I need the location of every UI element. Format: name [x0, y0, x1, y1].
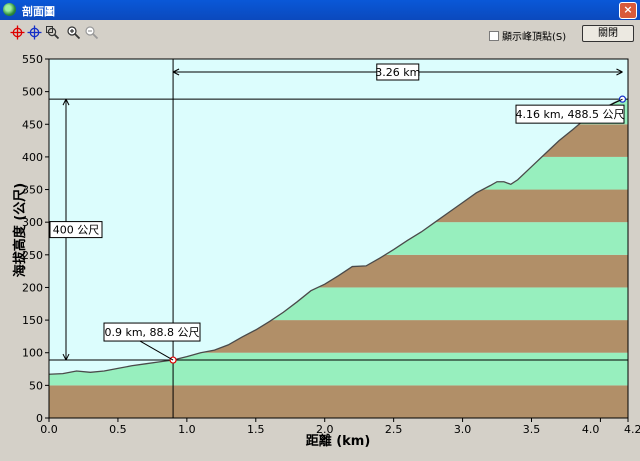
y-tick-label: 500 — [22, 86, 43, 99]
x-tick-label: 0.5 — [109, 423, 127, 436]
close-button[interactable]: 關閉 — [582, 25, 634, 42]
elevation-label: 400 公尺 — [53, 224, 100, 237]
x-tick-label: 4.0 — [582, 423, 600, 436]
y-tick-label: 100 — [22, 347, 43, 360]
x-tick-label: 1.0 — [178, 423, 196, 436]
window-title: 剖面圖 — [22, 5, 55, 18]
x-tick-label: 1.5 — [247, 423, 265, 436]
crosshair-red-icon[interactable] — [10, 25, 25, 40]
y-axis-label: 海拔高度 (公尺) — [12, 183, 28, 277]
distance-label: 3.26 km — [375, 66, 420, 79]
zoom-extent-icon[interactable] — [45, 25, 60, 40]
show-peaks-label: 顯示峰頂點(S) — [502, 32, 567, 43]
x-axis-label: 距離 (km) — [306, 433, 371, 449]
elevation-band — [49, 385, 628, 418]
x-tick-label: 3.0 — [454, 423, 472, 436]
start-point-label: 0.9 km, 88.8 公尺 — [104, 326, 199, 339]
x-tick-label: 3.5 — [523, 423, 541, 436]
zoom-out-icon[interactable] — [84, 25, 99, 40]
show-peaks-checkbox[interactable]: 顯示峰頂點(S) — [489, 28, 566, 43]
elevation-profile-chart: 0501001502002503003504004505005500.0 0.5 1… — [0, 46, 640, 461]
zoom-in-icon[interactable] — [66, 25, 81, 40]
y-tick-label: 550 — [22, 53, 43, 66]
y-tick-label: 400 — [22, 151, 43, 164]
y-tick-label: 50 — [29, 379, 43, 392]
window-titlebar: 剖面圖 × — [0, 0, 640, 20]
y-tick-label: 450 — [22, 118, 43, 131]
crosshair-blue-icon[interactable] — [27, 25, 42, 40]
x-tick-label: 4.2 — [624, 423, 640, 436]
show-peaks-checkbox-box[interactable] — [489, 30, 499, 41]
window-close-button[interactable]: × — [619, 2, 637, 19]
y-tick-label: 150 — [22, 314, 43, 327]
x-tick-label: 0.0 — [40, 423, 58, 436]
app-icon — [3, 3, 16, 16]
x-tick-label: 2.5 — [385, 423, 403, 436]
end-point-label: 4.16 km, 488.5 公尺 — [515, 108, 624, 121]
y-tick-label: 200 — [22, 281, 43, 294]
